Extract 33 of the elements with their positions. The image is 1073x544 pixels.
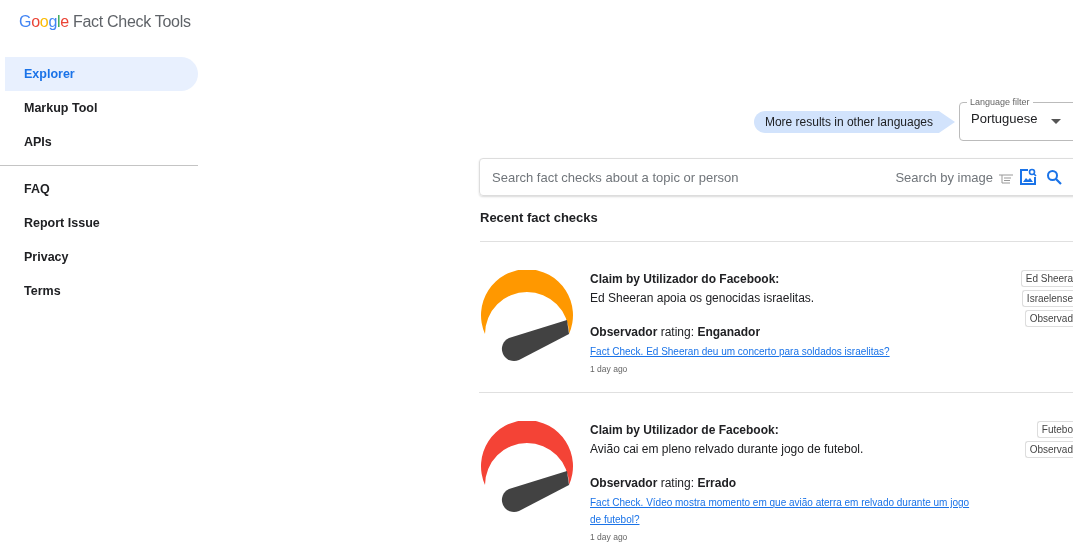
tag-chip[interactable]: Ed Sheera [1020, 270, 1073, 287]
logo[interactable]: Google Fact Check Tools [19, 12, 191, 32]
sidebar-item[interactable]: Markup Tool [5, 91, 198, 125]
language-select[interactable]: Language filter Portuguese [959, 97, 1073, 141]
claimant-label: Claim by Utilizador de Facebook: [590, 423, 780, 437]
search-by-image-label: Search by image [895, 169, 993, 185]
tag-chip[interactable]: Observad [1024, 441, 1073, 458]
dropdown-caret-icon [1051, 119, 1061, 124]
fact-check-link[interactable]: Fact Check. Vídeo mostra momento em que avião aterra em relvado durante um jogo de futebol? [590, 494, 980, 528]
section-title: Recent fact checks [480, 210, 1073, 242]
sidebar-item[interactable]: APIs [5, 125, 198, 159]
claimant-label: Claim by Utilizador do Facebook: [590, 272, 781, 286]
timestamp: 1 day ago [590, 364, 629, 374]
sidebar-item[interactable]: Privacy [5, 240, 198, 274]
sidebar-item[interactable]: Report Issue [5, 206, 198, 240]
language-hint-tooltip: More results in other languages [753, 111, 955, 133]
sidebar-item[interactable]: Terms [5, 274, 198, 308]
rating-text: Observador rating: Errado [590, 476, 738, 490]
tag-chip[interactable]: Israelense [1021, 290, 1073, 307]
timestamp: 1 day ago [590, 532, 629, 542]
rating-text: Observador rating: Enganador [590, 325, 762, 339]
selected-value: Portuguese [971, 110, 1038, 128]
claim-text: Ed Sheeran apoia os genocidas israelitas. [590, 291, 816, 305]
search-icon [1046, 169, 1062, 185]
tag-chip[interactable]: Observad [1024, 310, 1073, 327]
sidebar-item[interactable]: FAQ [5, 172, 198, 206]
search-bar[interactable]: Search fact checks about a topic or person Search by image [479, 158, 1073, 196]
sidebar-item[interactable]: Explorer [5, 57, 198, 91]
claim-text: Avião cai em pleno relvado durante jogo de futebol. [590, 442, 865, 456]
fact-check-link[interactable]: Fact Check. Ed Sheeran deu um concerto para soldados israelitas? [590, 343, 980, 360]
tag-chip[interactable]: Futebo [1036, 421, 1073, 438]
field-label: Language filter [969, 97, 1031, 108]
image-search-icon [1019, 168, 1037, 186]
